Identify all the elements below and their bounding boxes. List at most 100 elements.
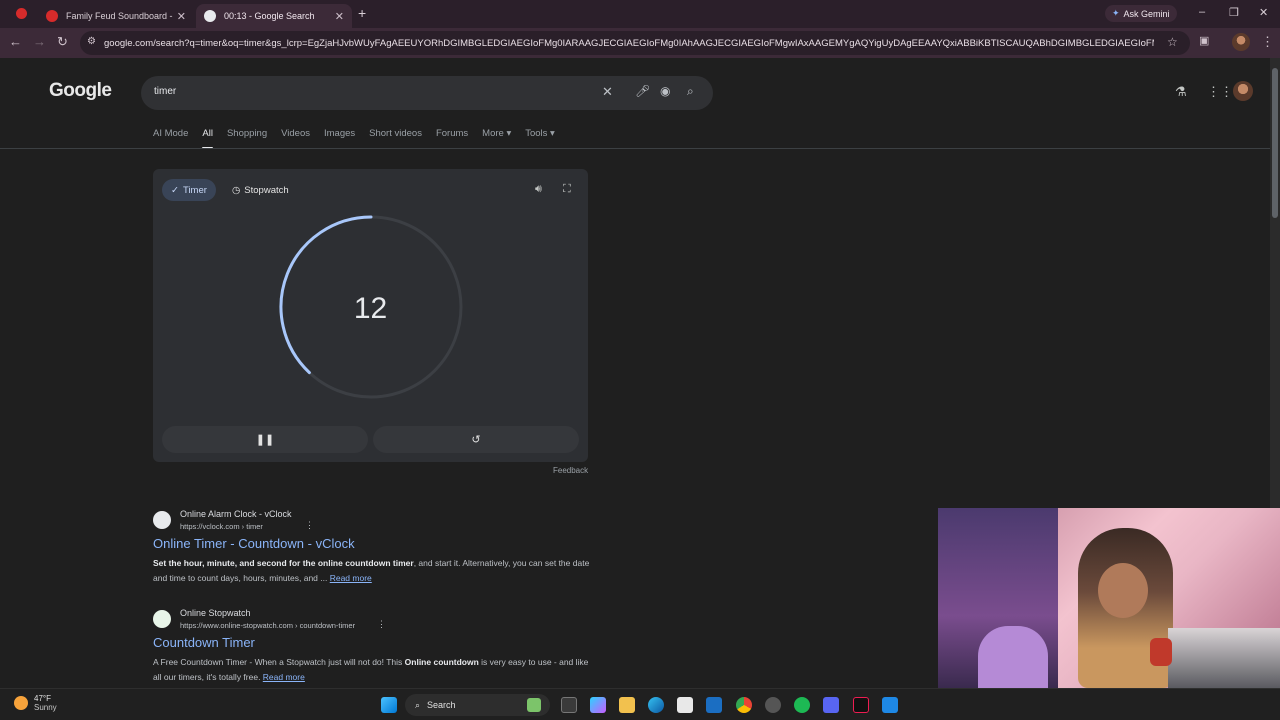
fullscreen-icon[interactable]: ⛶ [563,183,571,196]
weather-widget[interactable]: 47°F Sunny [14,694,57,712]
windows-taskbar: 47°F Sunny ⌕ Search [0,688,1280,720]
back-arrow-icon[interactable]: ← [9,34,22,49]
close-tab-icon[interactable]: ✕ [335,10,344,23]
labs-flask-icon[interactable]: ⚗ [1175,84,1187,100]
tab-images[interactable]: Images [324,128,355,149]
tab-all[interactable]: All [202,128,213,149]
stopwatch-chip[interactable]: ◷ Stopwatch [223,179,298,201]
obs-icon[interactable] [765,697,781,713]
minimize-icon[interactable]: – [1199,6,1205,18]
result-title-link[interactable]: Online Timer - Countdown - vClock [153,536,355,551]
browser-toolbar: ← → ↻ ⚙ google.com/search?q=timer&oq=tim… [0,28,1280,58]
clock-icon: ◷ [232,184,241,196]
read-more-link[interactable]: Read more [263,672,305,682]
address-bar-url: google.com/search?q=timer&oq=timer&gs_lc… [104,37,1154,49]
tab-ai-mode[interactable]: AI Mode [153,128,188,149]
store-icon[interactable] [677,697,693,713]
forward-arrow-icon[interactable]: → [33,34,46,49]
pause-button[interactable]: ❚❚ [162,426,368,453]
mic-icon[interactable]: 🎤︎ [635,84,650,98]
stopwatch-chip-label: Stopwatch [244,184,289,196]
profile-avatar[interactable] [1232,33,1250,51]
copilot-icon[interactable] [590,697,606,713]
scrollbar-thumb[interactable] [1272,68,1278,218]
snippet-text: A Free Countdown Timer - When a Stopwatc… [153,657,405,667]
lens-camera-icon[interactable]: ◉ [660,84,670,98]
webcam-overlay [938,508,1280,688]
reload-icon[interactable]: ↻ [57,34,68,50]
account-avatar[interactable] [1233,81,1253,101]
search-tabs: AI Mode All Shopping Videos Images Short… [153,128,569,149]
result-url[interactable]: https://www.online-stopwatch.com › count… [180,621,355,630]
result-snippet: A Free Countdown Timer - When a Stopwatc… [153,655,593,685]
bookmark-star-icon[interactable]: ☆ [1167,35,1178,49]
sun-icon [14,696,28,710]
result-menu-icon[interactable]: ⋮ [377,619,386,630]
apps-grid-icon[interactable]: ⋮⋮ [1207,84,1233,100]
read-more-link[interactable]: Read more [330,573,372,583]
google-logo[interactable]: Google [49,80,112,102]
gemini-sparkle-icon: ✦ [1112,8,1120,18]
search-query[interactable]: timer [154,86,176,97]
tiktok-icon[interactable] [853,697,869,713]
tab-title: Family Feud Soundboard - Inst... [66,11,173,21]
result-menu-icon[interactable]: ⋮ [305,520,314,531]
webcam-desk [1168,628,1280,688]
timer-chip-label: Timer [182,184,207,196]
feedback-link[interactable]: Feedback [553,466,588,475]
app-icon[interactable] [882,697,898,713]
header-divider [0,148,1270,149]
sound-icon[interactable]: 🔊︎ [535,183,542,196]
file-explorer-icon[interactable] [619,697,635,713]
close-tab-icon[interactable]: ✕ [177,10,186,23]
tab-tools[interactable]: Tools ▾ [525,128,555,149]
timer-chip[interactable]: ✓ Timer [162,179,216,201]
tab-more[interactable]: More ▾ [482,128,511,149]
tab-short-videos[interactable]: Short videos [369,128,422,149]
site-info-icon[interactable]: ⚙ [87,36,96,47]
browser-menu-icon[interactable] [16,8,27,19]
tab-favicon-icon [46,10,58,22]
browser-tab-google-search[interactable]: 00:13 - Google Search ✕ [196,4,352,28]
ask-gemini-label: Ask Gemini [1123,8,1170,19]
reset-button[interactable]: ↺ [373,426,579,453]
task-view-icon[interactable] [561,697,577,713]
search-result: Online Alarm Clock - vClock https://vclo… [153,509,593,584]
restore-icon[interactable]: ❐ [1229,6,1239,19]
tab-shopping[interactable]: Shopping [227,128,267,149]
clear-search-icon[interactable]: ✕ [602,84,613,100]
tab-videos[interactable]: Videos [281,128,310,149]
search-input[interactable]: timer ✕ 🎤︎ ◉ ⌕ [141,76,713,110]
weather-desc: Sunny [34,703,57,712]
webcam-face [1098,563,1148,618]
edge-icon[interactable] [648,697,664,713]
mail-icon[interactable] [706,697,722,713]
google-favicon-icon [204,10,216,22]
result-site-name[interactable]: Online Alarm Clock - vClock [180,509,292,519]
result-site-name[interactable]: Online Stopwatch [180,608,251,618]
discord-icon[interactable] [823,697,839,713]
chrome-icon[interactable] [736,697,752,713]
address-bar[interactable]: ⚙ google.com/search?q=timer&oq=timer&gs_… [80,31,1190,55]
vclock-favicon-icon [153,511,171,529]
search-highlight-icon [527,698,541,712]
windows-start-icon[interactable] [381,697,397,713]
search-icon[interactable]: ⌕ [687,84,694,99]
online-stopwatch-favicon-icon [153,610,171,628]
snippet-bold: Set the hour, minute, and second for the… [153,558,414,568]
ask-gemini-button[interactable]: ✦ Ask Gemini [1105,5,1177,22]
sidepanel-icon[interactable]: ▣ [1199,34,1209,47]
snippet-bold: Online countdown [404,657,479,667]
new-tab-button[interactable]: + [358,5,366,21]
taskbar-search[interactable]: ⌕ Search [405,694,550,716]
browser-tab-family-feud[interactable]: Family Feud Soundboard - Inst... ✕ [38,4,194,28]
browser-menu-dots-icon[interactable]: ⋮ [1261,34,1274,50]
result-url[interactable]: https://vclock.com › timer [180,522,263,531]
tab-forums[interactable]: Forums [436,128,468,149]
tab-title: 00:13 - Google Search [224,11,315,21]
timer-remaining-seconds: 12 [353,292,388,325]
close-window-icon[interactable]: ✕ [1259,6,1268,19]
result-title-link[interactable]: Countdown Timer [153,635,255,650]
timer-widget: ✓ Timer ◷ Stopwatch 🔊︎ ⛶ 12 ❚❚ ↺ [153,169,588,462]
spotify-icon[interactable] [794,697,810,713]
